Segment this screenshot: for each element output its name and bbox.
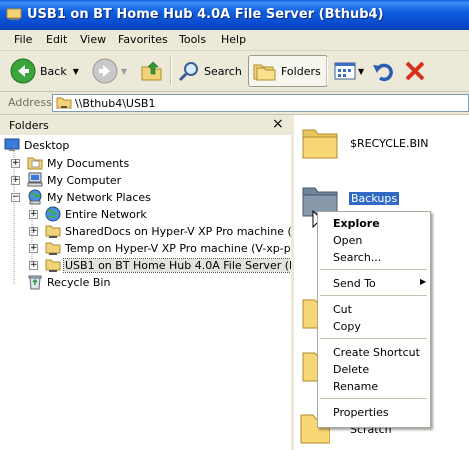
toolbar: Back ▼ ▼ Search Folders ▼ (0, 51, 469, 92)
delete-x-icon (405, 61, 425, 81)
tree-label: SharedDocs on Hyper-V XP Pro machine (V-… (65, 225, 292, 238)
back-button[interactable]: Back ▼ (10, 55, 79, 87)
folders-pane: Folders × Desktop + My Documents + My Co… (0, 115, 294, 450)
tree-item-my-documents[interactable]: + My Documents (10, 155, 291, 172)
menu-item-copy[interactable]: Copy (333, 320, 361, 333)
menu-edit[interactable]: Edit (46, 33, 67, 46)
forward-arrow-icon (92, 58, 118, 84)
menu-file[interactable]: File (14, 33, 32, 46)
submenu-arrow-icon: ▶ (420, 277, 427, 286)
close-icon[interactable]: × (272, 116, 284, 132)
undo-icon (373, 63, 393, 82)
folder-label: $RECYCLE.BIN (350, 137, 429, 150)
tree-label: USB1 on BT Home Hub 4.0A File Server (Bt… (63, 258, 291, 273)
tree-item-my-network-places[interactable]: − My Network Places (10, 189, 291, 206)
menu-item-delete[interactable]: Delete (333, 363, 369, 376)
up-folder-icon (141, 61, 162, 81)
address-label: Address (8, 96, 52, 109)
tree-item-my-computer[interactable]: + My Computer (10, 172, 291, 189)
tree-item-usb1[interactable]: + USB1 on BT Home Hub 4.0A File Server (… (28, 257, 291, 274)
folders-pane-title: Folders (9, 119, 49, 132)
views-dropdown-icon[interactable]: ▼ (358, 67, 364, 76)
tree-label: Entire Network (65, 208, 147, 221)
forward-button[interactable]: ▼ (92, 55, 127, 87)
back-arrow-icon (10, 58, 36, 84)
folders-pane-header: Folders × (0, 115, 291, 135)
search-label: Search (204, 64, 242, 78)
menu-item-create-shortcut[interactable]: Create Shortcut (333, 346, 420, 359)
menu-item-send-to[interactable]: Send To (333, 277, 376, 290)
network-folder-icon (56, 97, 72, 109)
tree-item-recycle-bin[interactable]: Recycle Bin (27, 274, 291, 291)
tree-item-entire-network[interactable]: + Entire Network (28, 206, 291, 223)
menu-separator (320, 269, 427, 270)
tree-lines (13, 145, 33, 284)
menu-view[interactable]: View (80, 33, 106, 46)
search-button[interactable]: Search (178, 55, 242, 87)
views-icon (334, 62, 356, 80)
title-bar[interactable]: USB1 on BT Home Hub 4.0A File Server (Bt… (0, 0, 469, 30)
menu-separator (320, 295, 427, 296)
network-share-icon (45, 225, 61, 238)
folders-button[interactable]: Folders (248, 55, 328, 87)
up-folder-button[interactable] (140, 55, 164, 87)
network-share-icon (45, 242, 61, 255)
folders-label: Folders (281, 64, 321, 78)
tree-item-desktop[interactable]: Desktop (4, 137, 291, 154)
address-bar: Address \\Bthub4\USB1 (0, 92, 469, 115)
window-title: USB1 on BT Home Hub 4.0A File Server (Bt… (27, 7, 384, 22)
folder-icon (302, 129, 338, 159)
address-field[interactable]: \\Bthub4\USB1 (52, 94, 469, 112)
menu-item-search[interactable]: Search... (333, 251, 381, 264)
network-share-icon (45, 259, 61, 272)
views-button[interactable]: ▼ (334, 55, 364, 87)
menu-separator (320, 338, 427, 339)
address-value: \\Bthub4\USB1 (75, 97, 156, 110)
menu-separator (320, 398, 427, 399)
tree-label: My Computer (47, 174, 122, 187)
menu-favorites[interactable]: Favorites (118, 33, 168, 46)
back-dropdown-icon[interactable]: ▼ (73, 67, 79, 76)
menu-item-properties[interactable]: Properties (333, 406, 389, 419)
back-label: Back (40, 64, 67, 78)
delete-button[interactable] (404, 55, 426, 87)
tree-item-temp[interactable]: + Temp on Hyper-V XP Pro machine (V-xp-p… (28, 240, 291, 257)
tree-item-shareddocs[interactable]: + SharedDocs on Hyper-V XP Pro machine (… (28, 223, 291, 240)
tree-label: Temp on Hyper-V XP Pro machine (V-xp-pro… (65, 242, 294, 255)
tree-label: My Documents (47, 157, 130, 170)
tree-label: My Network Places (47, 191, 151, 204)
globe-icon (45, 206, 61, 222)
folder-label: Backups (349, 192, 400, 205)
menu-item-cut[interactable]: Cut (333, 303, 352, 316)
tree-label: Recycle Bin (47, 276, 111, 289)
menu-item-explore[interactable]: Explore (333, 217, 380, 230)
search-icon (178, 62, 198, 82)
folder-item-recycle-bin-folder[interactable]: $RECYCLE.BIN (294, 115, 469, 165)
forward-dropdown-icon[interactable]: ▼ (121, 67, 127, 76)
context-menu: Explore Open Search... Send To ▶ Cut Cop… (317, 211, 431, 428)
menu-item-open[interactable]: Open (333, 234, 362, 247)
menu-bar: File Edit View Favorites Tools Help (0, 30, 469, 51)
menu-help[interactable]: Help (221, 33, 246, 46)
folders-icon (253, 64, 276, 81)
network-drive-icon (6, 8, 22, 20)
menu-tools[interactable]: Tools (179, 33, 206, 46)
undo-button[interactable] (372, 55, 396, 87)
menu-item-rename[interactable]: Rename (333, 380, 378, 393)
